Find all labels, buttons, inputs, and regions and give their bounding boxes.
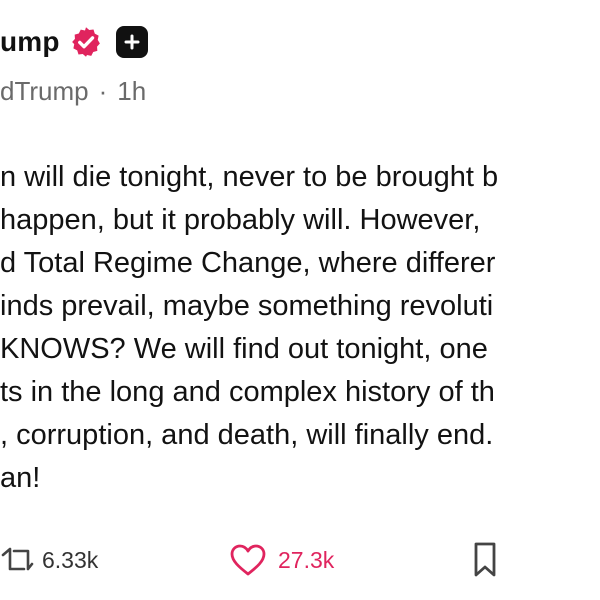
bookmark-button[interactable] — [470, 536, 500, 584]
author-meta: dTrump · 1h — [0, 74, 146, 108]
repost-count: 6.33k — [42, 546, 99, 573]
repost-icon — [1, 547, 34, 571]
author-handle[interactable]: dTrump — [0, 76, 89, 107]
post-text-line: KNOWS? We will find out tonight, one — [0, 333, 488, 365]
meta-separator: · — [98, 75, 108, 106]
post-action-bar: 6.33k 27.3k — [0, 536, 600, 584]
author-display-name[interactable]: ump — [0, 26, 60, 58]
post-text-line: happen, but it probably will. However, — [0, 204, 481, 236]
like-count: 27.3k — [278, 546, 335, 573]
post-text-line: ts in the long and complex history of th — [0, 376, 495, 408]
post-text-line: d Total Regime Change, where differer — [0, 247, 496, 279]
repost-button[interactable]: 6.33k — [0, 536, 98, 584]
post-body: n will die tonight, never to be brought … — [0, 156, 600, 500]
post-header: ump — [0, 22, 148, 62]
post-text-line: inds prevail, maybe something revoluti — [0, 290, 494, 322]
post-text-line: n will die tonight, never to be brought … — [0, 161, 499, 193]
heart-icon — [230, 544, 266, 576]
follow-button[interactable] — [115, 26, 148, 58]
verified-badge-icon — [68, 24, 104, 60]
bookmark-icon — [474, 542, 496, 577]
plus-icon — [124, 34, 140, 50]
post-text-line: an! — [0, 462, 41, 494]
post-timestamp[interactable]: 1h — [117, 76, 146, 107]
post-text-line: , corruption, and death, will finally en… — [0, 419, 494, 451]
like-button[interactable]: 27.3k — [228, 536, 334, 584]
